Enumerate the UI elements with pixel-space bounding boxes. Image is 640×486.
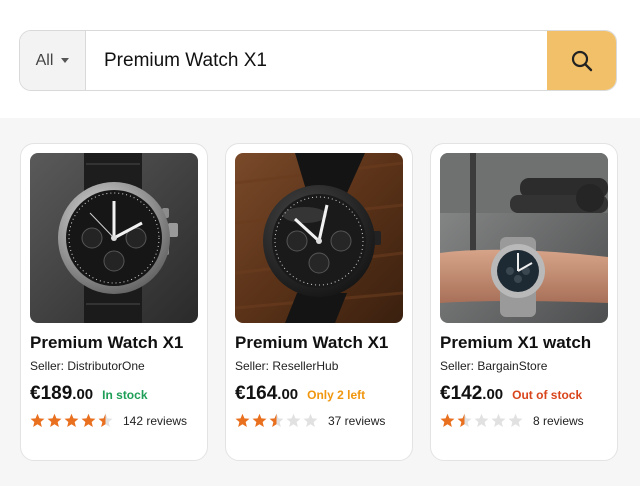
star-icon (440, 413, 455, 427)
star-icon (491, 413, 506, 427)
category-dropdown[interactable]: All (20, 31, 86, 90)
star-rating (235, 413, 318, 428)
star-icon (235, 413, 250, 427)
price: €164.00 (235, 383, 298, 405)
price-cents: .00 (482, 386, 504, 403)
price-row: €142.00 Out of stock (440, 383, 608, 405)
review-count[interactable]: 142 reviews (123, 414, 187, 428)
star-icon (457, 413, 472, 427)
search-icon (571, 50, 592, 71)
star-rating (30, 413, 113, 428)
search-input[interactable] (86, 31, 547, 90)
star-icon (286, 413, 301, 427)
star-icon (98, 413, 113, 427)
product-image[interactable] (440, 153, 608, 323)
stock-status: In stock (102, 388, 148, 402)
search-button[interactable] (547, 31, 616, 90)
price-currency: € (30, 383, 41, 404)
price: €189.00 (30, 383, 93, 405)
review-count[interactable]: 37 reviews (328, 414, 385, 428)
price-cents: .00 (277, 386, 299, 403)
price-row: €164.00 Only 2 left (235, 383, 403, 405)
product-image[interactable] (30, 153, 198, 323)
star-rating (440, 413, 523, 428)
review-count[interactable]: 8 reviews (533, 414, 584, 428)
rating-row: 8 reviews (440, 413, 608, 428)
stock-status: Out of stock (512, 388, 583, 402)
rating-row: 142 reviews (30, 413, 198, 428)
product-title[interactable]: Premium Watch X1 (235, 333, 403, 353)
star-icon (30, 413, 45, 427)
star-icon (47, 413, 62, 427)
product-image[interactable] (235, 153, 403, 323)
seller-name: Seller: ResellerHub (235, 359, 339, 373)
price-whole: 142 (450, 383, 483, 404)
price-currency: € (235, 383, 246, 404)
chevron-down-icon (61, 58, 70, 63)
star-icon (252, 413, 267, 427)
star-icon (474, 413, 489, 427)
price-currency: € (440, 383, 451, 404)
star-icon (64, 413, 79, 427)
search-header: All (0, 0, 640, 118)
category-dropdown-label: All (35, 51, 54, 69)
product-card[interactable]: Premium X1 watch Seller: BargainStore €1… (430, 143, 618, 461)
star-icon (303, 413, 318, 427)
product-card[interactable]: Premium Watch X1 Seller: ResellerHub €16… (225, 143, 413, 461)
price: €142.00 (440, 383, 503, 405)
product-title[interactable]: Premium Watch X1 (30, 333, 198, 353)
seller-name: Seller: DistributorOne (30, 359, 145, 373)
product-card[interactable]: Premium Watch X1 Seller: DistributorOne … (20, 143, 208, 461)
star-icon (269, 413, 284, 427)
star-icon (508, 413, 523, 427)
search-bar: All (19, 30, 617, 91)
price-whole: 189 (40, 383, 73, 404)
rating-row: 37 reviews (235, 413, 403, 428)
star-icon (81, 413, 96, 427)
price-cents: .00 (72, 386, 94, 403)
seller-name: Seller: BargainStore (440, 359, 548, 373)
price-row: €189.00 In stock (30, 383, 198, 405)
price-whole: 164 (245, 383, 278, 404)
product-title[interactable]: Premium X1 watch (440, 333, 608, 353)
stock-status: Only 2 left (307, 388, 366, 402)
